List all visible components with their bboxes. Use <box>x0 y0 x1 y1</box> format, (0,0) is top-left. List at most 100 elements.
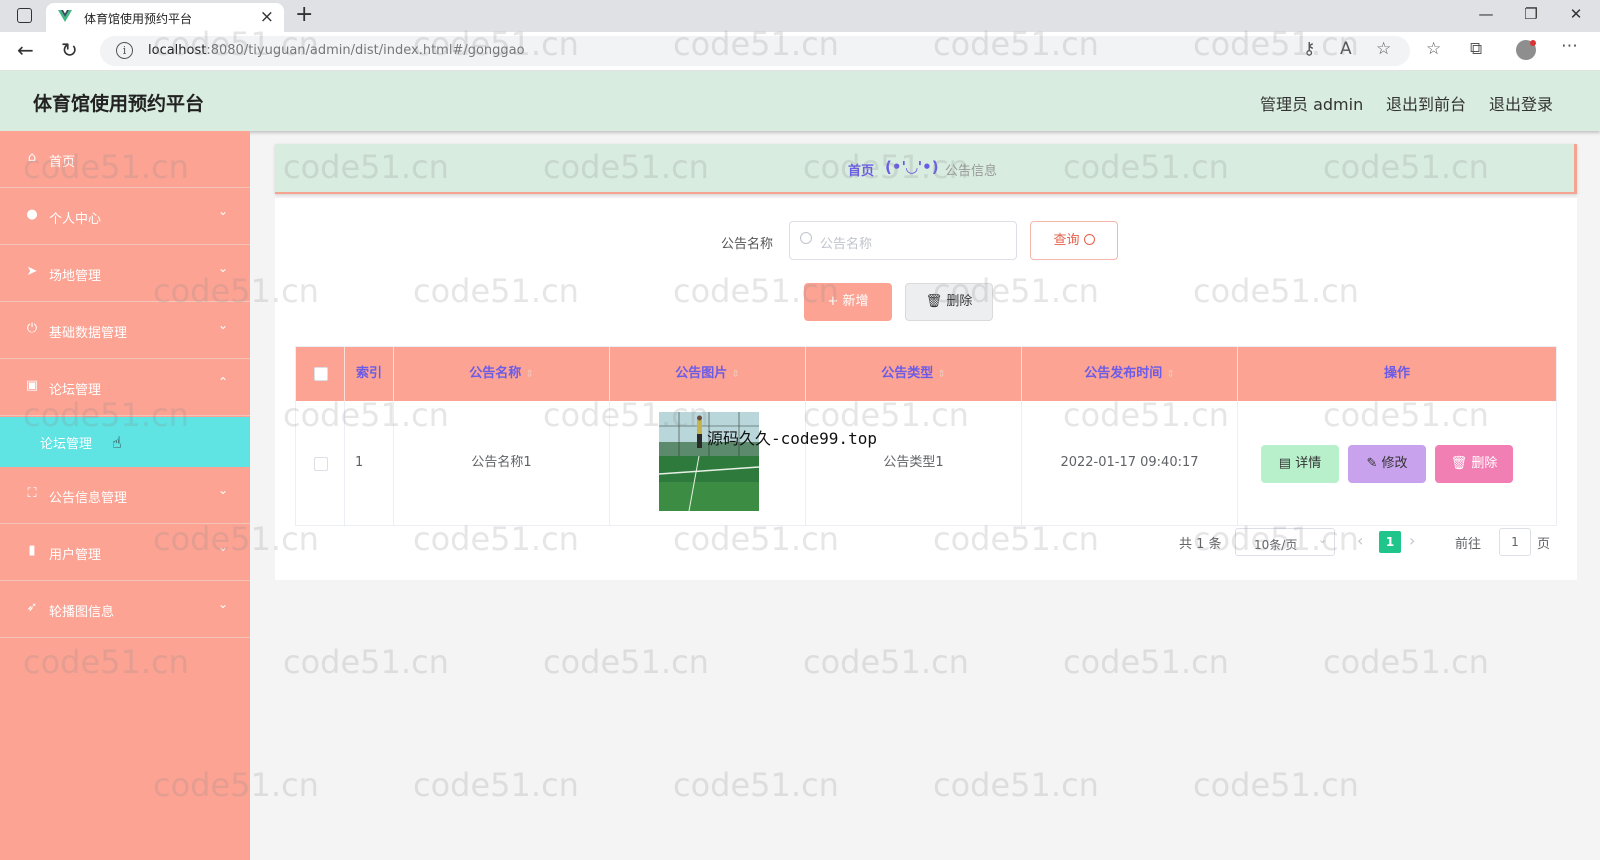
vue-logo-icon <box>58 10 72 22</box>
doc-icon: ▤ <box>1278 456 1296 471</box>
chevron-up-icon: ⌃ <box>218 375 229 389</box>
col-type-label: 公告类型 <box>881 366 934 381</box>
sort-icon[interactable]: ⇕ <box>731 369 739 380</box>
close-window-icon[interactable]: ✕ <box>1561 5 1591 23</box>
url-path: :8080/tiyuguan/admin/dist/index.html#/go… <box>206 43 525 58</box>
row-time: 2022-01-17 09:40:17 <box>1022 401 1238 525</box>
navigation-icon: ➶ <box>26 600 38 615</box>
browser-tab[interactable]: 体育馆使用预约平台 × <box>46 3 284 32</box>
breadcrumb: 首页 (•'◡'•) 公告信息 <box>275 144 1577 194</box>
read-aloud-icon[interactable]: A <box>1340 39 1352 59</box>
sidebar-item-label: 场地管理 <box>49 269 102 284</box>
main-content: 公告名称 公告名称 查询 + 新增 🗑 删除 索引 公告名称 ⇕ 公告图片 ⇕ 公告… <box>275 198 1577 580</box>
prev-page-icon[interactable]: ‹ <box>1357 531 1363 550</box>
restore-icon[interactable]: ❐ <box>1516 5 1546 23</box>
edit-button[interactable]: ✎ 修改 <box>1348 445 1426 483</box>
admin-user-label: 管理员 admin <box>1260 95 1364 114</box>
minimize-icon[interactable]: — <box>1471 5 1501 23</box>
sidebar-item-notice[interactable]: ⛶ 公告信息管理 ⌄ <box>0 467 250 524</box>
site-info-icon[interactable]: i <box>116 42 133 59</box>
select-all-cell <box>296 347 345 401</box>
col-image[interactable]: 公告图片 ⇕ <box>610 347 806 401</box>
sidebar-item-label: 个人中心 <box>49 212 102 227</box>
sidebar-item-personal-center[interactable]: ● 个人中心 ⌄ <box>0 188 250 245</box>
goto-page-input[interactable]: 1 <box>1499 528 1531 556</box>
sidebar-item-users[interactable]: ▮ 用户管理 ⌄ <box>0 524 250 581</box>
col-time[interactable]: 公告发布时间 ⇕ <box>1022 347 1238 401</box>
exit-to-front-link[interactable]: 退出到前台 <box>1386 91 1466 115</box>
pagination-total: 共 1 条 <box>1179 537 1222 552</box>
col-actions-label: 操作 <box>1383 366 1410 381</box>
frame-icon: ⛶ <box>27 486 37 501</box>
send-icon: ➤ <box>26 264 38 279</box>
sidebar-item-label: 论坛管理 <box>49 383 102 398</box>
add-button[interactable]: + 新增 <box>804 283 892 321</box>
back-icon[interactable]: ← <box>17 38 34 62</box>
more-icon[interactable]: ⋯ <box>1561 36 1578 56</box>
browser-addressbar: ← ↻ i localhost:8080/tiyuguan/admin/dist… <box>0 32 1600 71</box>
watermark: code51.cn <box>413 766 579 804</box>
search-icon <box>1083 234 1095 245</box>
next-page-icon[interactable]: › <box>1409 531 1415 550</box>
new-tab-icon[interactable]: + <box>295 2 313 27</box>
row-index: 1 <box>345 401 394 525</box>
notice-image[interactable] <box>659 412 759 511</box>
table-header: 索引 公告名称 ⇕ 公告图片 ⇕ 公告类型 ⇕ 公告发布时间 ⇕ 操作 <box>296 347 1556 401</box>
sidebar-item-label: 公告信息管理 <box>49 491 128 506</box>
sidebar-item-home[interactable]: ⌂ 首页 <box>0 131 250 188</box>
col-index: 索引 <box>345 347 394 401</box>
select-all-checkbox[interactable] <box>314 367 328 381</box>
sort-icon[interactable]: ⇕ <box>937 369 945 380</box>
col-name[interactable]: 公告名称 ⇕ <box>394 347 610 401</box>
sidebar-item-base-data[interactable]: ⏻ 基础数据管理 ⌄ <box>0 302 250 359</box>
watermark: code51.cn <box>933 766 1099 804</box>
chevron-down-icon: ⌄ <box>218 318 229 332</box>
chevron-down-icon: ⌄ <box>1318 533 1328 546</box>
page-size-select[interactable]: 10条/页 ⌄ <box>1235 528 1335 556</box>
add-favorite-icon[interactable]: ☆ <box>1376 39 1391 59</box>
query-button[interactable]: 查询 <box>1030 221 1118 260</box>
sidebar-item-label: 首页 <box>49 155 76 170</box>
row-delete-label: 删除 <box>1471 456 1498 471</box>
profile-badge <box>1530 40 1536 46</box>
submenu-label: 论坛管理 <box>40 437 93 452</box>
trash-icon: 🗑 <box>925 294 947 309</box>
watermark: code51.cn <box>283 643 449 681</box>
favorites-icon[interactable]: ☆ <box>1426 39 1441 59</box>
col-actions: 操作 <box>1238 347 1556 401</box>
chevron-down-icon: ⌄ <box>218 261 229 275</box>
app-title: 体育馆使用预约平台 <box>33 93 205 115</box>
logout-link[interactable]: 退出登录 <box>1489 91 1553 115</box>
tab-close-icon[interactable]: × <box>260 7 274 27</box>
key-icon[interactable]: ⚷ <box>1303 39 1315 59</box>
page-suffix: 页 <box>1537 537 1551 552</box>
page-number-current[interactable]: 1 <box>1379 531 1401 553</box>
sort-icon[interactable]: ⇕ <box>525 369 533 380</box>
hand-cursor-icon: ☝ <box>112 433 122 452</box>
batch-delete-button[interactable]: 🗑 删除 <box>905 283 993 321</box>
watermark: code51.cn <box>1323 643 1489 681</box>
collections-icon[interactable]: ⧉ <box>1470 39 1482 59</box>
app-header: 体育馆使用预约平台 管理员 admin 退出到前台 退出登录 <box>0 71 1600 131</box>
search-input[interactable]: 公告名称 <box>789 221 1017 260</box>
sort-icon[interactable]: ⇕ <box>1166 369 1174 380</box>
row-select-cell <box>296 401 345 525</box>
sidebar-item-forum[interactable]: ▣ 论坛管理 ⌃ <box>0 359 250 416</box>
row-checkbox[interactable] <box>314 457 328 471</box>
submenu-item-forum[interactable]: 论坛管理 ☝ <box>0 417 250 467</box>
row-delete-button[interactable]: 🗑 删除 <box>1435 445 1513 483</box>
pencil-icon: ✎ <box>1366 456 1382 471</box>
tab-actions-icon[interactable] <box>17 8 32 23</box>
url-field[interactable]: i localhost:8080/tiyuguan/admin/dist/ind… <box>100 36 1410 66</box>
sidebar-item-carousel[interactable]: ➶ 轮播图信息 ⌄ <box>0 581 250 638</box>
breadcrumb-home[interactable]: 首页 <box>848 160 874 179</box>
reload-icon[interactable]: ↻ <box>61 38 78 62</box>
chevron-down-icon: ⌄ <box>218 483 229 497</box>
sidebar-item-venue[interactable]: ➤ 场地管理 ⌄ <box>0 245 250 302</box>
sidebar-item-label: 基础数据管理 <box>49 326 128 341</box>
detail-button[interactable]: ▤ 详情 <box>1261 445 1339 483</box>
col-type[interactable]: 公告类型 ⇕ <box>806 347 1022 401</box>
watermark: code51.cn <box>803 643 969 681</box>
page-size-value: 10条/页 <box>1254 538 1298 552</box>
breadcrumb-separator: (•'◡'•) <box>885 158 939 176</box>
